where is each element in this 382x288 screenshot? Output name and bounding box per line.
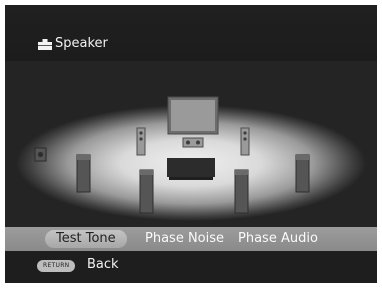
return-button-icon[interactable]: RETURN [37,260,76,272]
back-label: Back [87,257,119,272]
surround-back-left-speaker-icon [139,169,154,214]
footer: RETURN Back [5,251,377,283]
surround-back-right-speaker-icon [234,169,249,214]
header: Speaker [5,5,377,61]
front-left-speaker-icon [136,127,146,156]
speaker-settings-screen: Speaker Test Tone Phase Noise Phase Audi… [5,5,377,283]
listening-sofa-icon [167,158,215,180]
subwoofer-icon [34,147,47,162]
phase-noise-option[interactable]: Phase Noise [140,230,229,248]
test-tone-option[interactable]: Test Tone [45,230,127,248]
surround-left-speaker-icon [76,154,91,193]
page-title-label: Speaker [55,36,108,51]
surround-right-speaker-icon [295,154,310,193]
speaker-setup-icon [38,38,52,50]
phase-audio-option[interactable]: Phase Audio [233,230,323,248]
tv-screen-icon [167,96,219,135]
center-speaker-icon [182,137,204,148]
phase-menu-bar: Test Tone Phase Noise Phase Audio [5,227,377,251]
speaker-layout-diagram [5,61,377,227]
front-right-speaker-icon [240,127,250,156]
page-title: Speaker [38,36,108,52]
